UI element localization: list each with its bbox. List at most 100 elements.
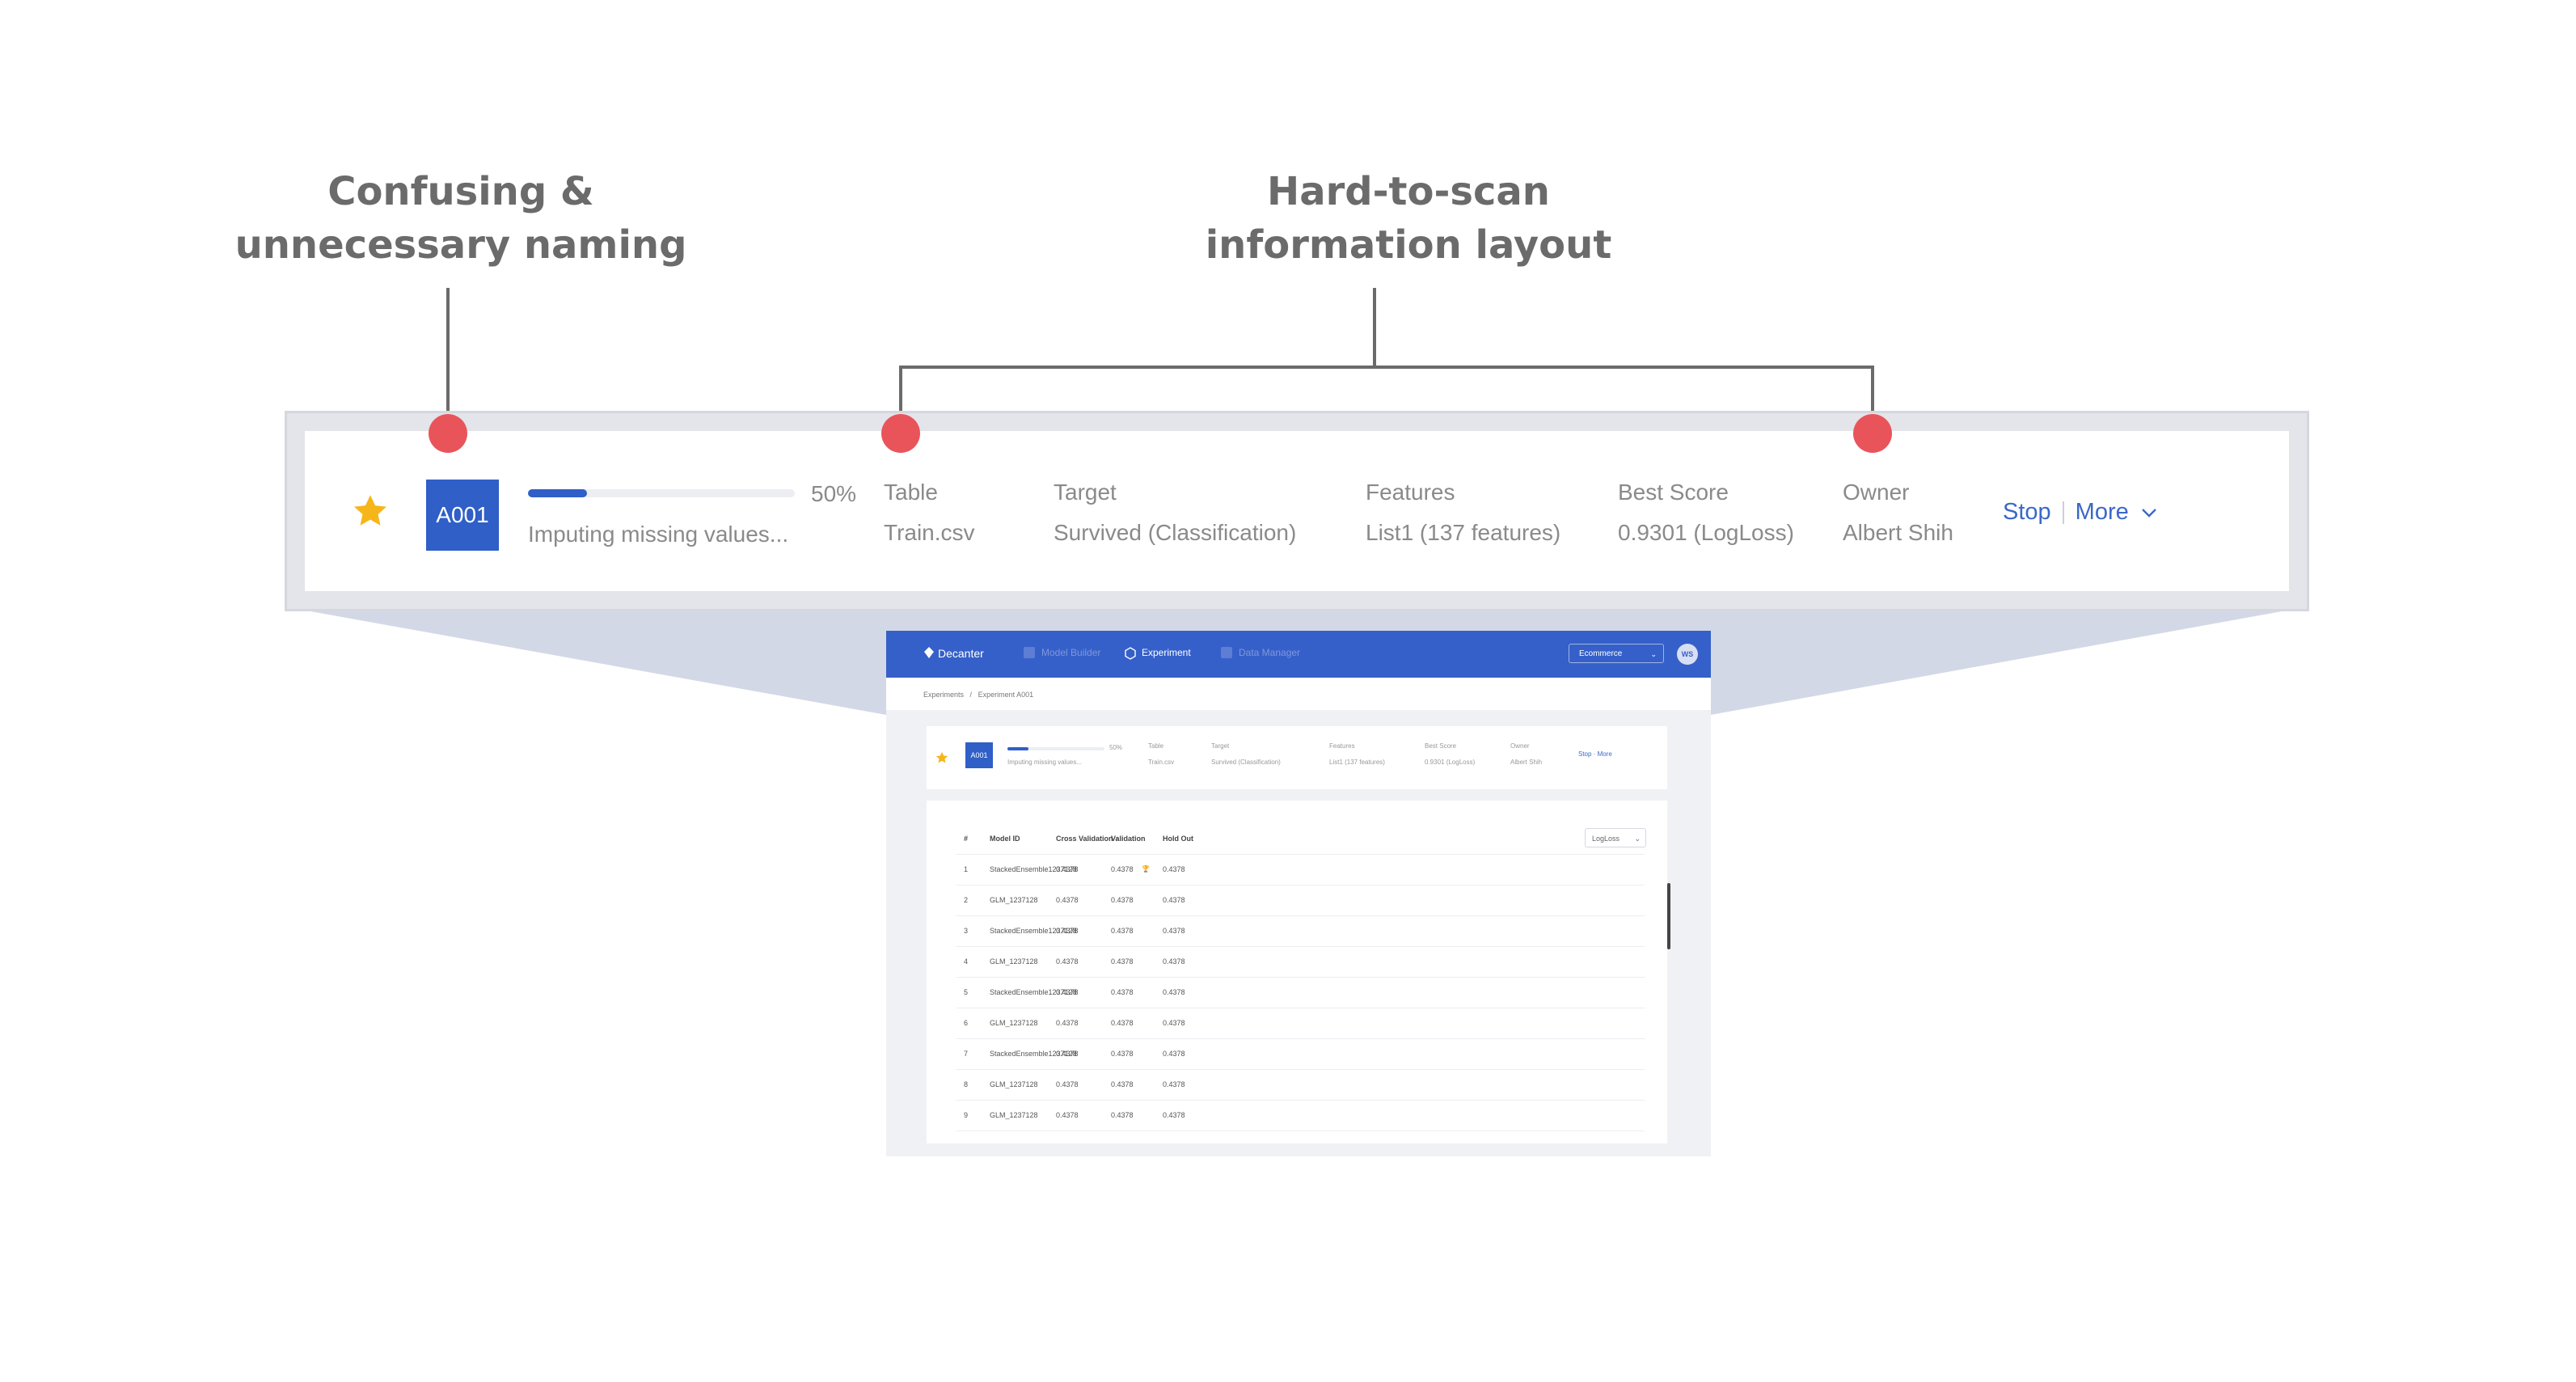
row-index: 9	[964, 1111, 969, 1119]
row-index: 1	[964, 865, 969, 873]
model-table-card: LogLoss ⌄ # Model ID Cross Validation ↑ V…	[927, 801, 1670, 1143]
chevron-down-icon[interactable]	[2139, 505, 2160, 520]
chevron-down-icon: ⌄	[1650, 650, 1657, 658]
row-hold-out: 0.4378	[1163, 1050, 1185, 1058]
row-hold-out: 0.4378	[1163, 957, 1185, 966]
data-manager-icon	[1221, 647, 1232, 658]
experiment-cube-icon	[1125, 647, 1136, 660]
environment-select[interactable]: Ecommerce ⌄	[1569, 644, 1664, 663]
row-hold-out: 0.4378	[1163, 988, 1185, 996]
row-cross-validation: 0.4378	[1056, 988, 1079, 996]
field-value-target: Survived (Classification)	[1054, 520, 1297, 545]
field-value-target: Survived (Classification)	[1211, 759, 1281, 766]
table-row[interactable]: 3 StackedEnsemble1237128 0.4378 0.4378 0.437…	[956, 915, 1645, 947]
row-validation: 0.4378	[1111, 1050, 1134, 1058]
experiment-id-badge[interactable]: A001	[426, 480, 499, 551]
field-label-features: Features	[1366, 480, 1455, 505]
row-validation: 0.4378	[1111, 957, 1134, 966]
card-actions[interactable]: Stop · More	[1578, 750, 1612, 758]
zoomed-card-content: A001 50% Imputing missing values... Tabl…	[305, 431, 2289, 591]
nav-data-manager[interactable]: Data Manager	[1239, 647, 1300, 658]
field-label-target: Target	[1211, 742, 1230, 750]
user-avatar[interactable]: WS	[1677, 644, 1698, 665]
breadcrumb: Experiments / Experiment A001	[923, 691, 1033, 699]
field-label-features: Features	[1329, 742, 1355, 750]
header-index: #	[964, 835, 969, 843]
action-separator	[2062, 501, 2064, 524]
table-row[interactable]: 2 GLM_1237128 0.4378 0.4378 0.4378	[956, 885, 1645, 916]
row-index: 8	[964, 1080, 969, 1088]
field-label-table: Table	[884, 480, 938, 505]
breadcrumb-current: Experiment A001	[978, 691, 1034, 699]
field-value-table: Train.csv	[884, 520, 975, 545]
row-hold-out: 0.4378	[1163, 1080, 1185, 1088]
annotation-dot-table	[881, 414, 920, 453]
stop-button[interactable]: Stop	[2003, 499, 2051, 526]
row-cross-validation: 0.4378	[1056, 957, 1079, 966]
table-row[interactable]: 8 GLM_1237128 0.4378 0.4378 0.4378	[956, 1069, 1645, 1101]
field-value-features: List1 (137 features)	[1329, 759, 1385, 766]
progress-fill	[528, 489, 587, 497]
row-model-id: GLM_1237128	[990, 1080, 1038, 1088]
brand-name[interactable]: Decanter	[938, 647, 984, 660]
row-hold-out: 0.4378	[1163, 1111, 1185, 1119]
environment-select-value: Ecommerce	[1579, 649, 1623, 658]
nav-experiment[interactable]: Experiment	[1142, 647, 1191, 658]
field-value-owner: Albert Shih	[1843, 520, 1953, 545]
star-icon[interactable]	[350, 491, 391, 531]
table-row[interactable]: 6 GLM_1237128 0.4378 0.4378 0.4378	[956, 1008, 1645, 1039]
row-index: 3	[964, 927, 969, 935]
annotation-dot-owner	[1853, 414, 1892, 453]
field-label-owner: Owner	[1510, 742, 1530, 750]
row-index: 6	[964, 1019, 969, 1027]
row-model-id: GLM_1237128	[990, 957, 1038, 966]
experiment-id-badge[interactable]: A001	[965, 742, 993, 768]
row-hold-out: 0.4378	[1163, 896, 1185, 904]
table-row[interactable]: 9 GLM_1237128 0.4378 0.4378 0.4378	[956, 1100, 1645, 1131]
row-validation: 0.4378	[1111, 1111, 1134, 1119]
star-icon[interactable]	[935, 750, 949, 765]
progress-percent: 50%	[811, 481, 857, 506]
row-cross-validation: 0.4378	[1056, 865, 1079, 873]
annotation-dot-naming	[429, 414, 467, 453]
table-row[interactable]: 7 StackedEnsemble1237128 0.4378 0.4378 0.437…	[956, 1038, 1645, 1070]
more-button[interactable]: More	[2076, 499, 2129, 526]
field-value-best-score: 0.9301 (LogLoss)	[1618, 520, 1794, 545]
card-actions: Stop More	[2003, 499, 2160, 526]
row-model-id: GLM_1237128	[990, 1111, 1038, 1119]
field-label-best-score: Best Score	[1618, 480, 1729, 505]
row-model-id: GLM_1237128	[990, 896, 1038, 904]
table-row[interactable]: 4 GLM_1237128 0.4378 0.4378 0.4378	[956, 946, 1645, 978]
row-validation: 0.4378	[1111, 865, 1134, 873]
app-screenshot: Decanter Model Builder Experiment Data M…	[886, 631, 1711, 1156]
table-row[interactable]: 1 StackedEnsemble1237128 0.4378 0.4378 0.437…	[956, 854, 1645, 885]
table-header: # Model ID Cross Validation ↑ Validation…	[956, 823, 1645, 855]
progress-track	[528, 489, 795, 497]
row-cross-validation: 0.4378	[1056, 1019, 1079, 1027]
nav-model-builder[interactable]: Model Builder	[1041, 647, 1100, 658]
progress-percent: 50%	[1109, 744, 1123, 751]
breadcrumb-root[interactable]: Experiments	[923, 691, 964, 699]
header-model-id[interactable]: Model ID	[990, 823, 1020, 854]
trophy-icon: 🏆	[1142, 865, 1150, 873]
field-label-owner: Owner	[1843, 480, 1910, 505]
row-cross-validation: 0.4378	[1056, 1111, 1079, 1119]
breadcrumb-bar: Experiments / Experiment A001	[886, 678, 1711, 710]
row-cross-validation: 0.4378	[1056, 1050, 1079, 1058]
field-value-features: List1 (137 features)	[1366, 520, 1561, 545]
field-value-owner: Albert Shih	[1510, 759, 1543, 766]
row-hold-out: 0.4378	[1163, 1019, 1185, 1027]
row-index: 7	[964, 1050, 969, 1058]
experiment-card: A001 50% Imputing missing values... Tabl…	[927, 726, 1667, 789]
model-builder-icon	[1024, 647, 1035, 658]
zoomed-experiment-card: A001 50% Imputing missing values... Tabl…	[285, 411, 2309, 611]
row-index: 4	[964, 957, 969, 966]
table-row[interactable]: 5 StackedEnsemble1237128 0.4378 0.4378 0.437…	[956, 977, 1645, 1008]
brand-logo-icon	[924, 647, 934, 658]
header-validation[interactable]: Validation	[1111, 823, 1146, 854]
breadcrumb-separator: /	[969, 691, 973, 699]
row-model-id: GLM_1237128	[990, 1019, 1038, 1027]
header-cross-validation[interactable]: Cross Validation ↑	[1056, 823, 1119, 854]
table-scrollbar[interactable]	[1667, 883, 1670, 949]
header-hold-out[interactable]: Hold Out	[1163, 823, 1193, 854]
